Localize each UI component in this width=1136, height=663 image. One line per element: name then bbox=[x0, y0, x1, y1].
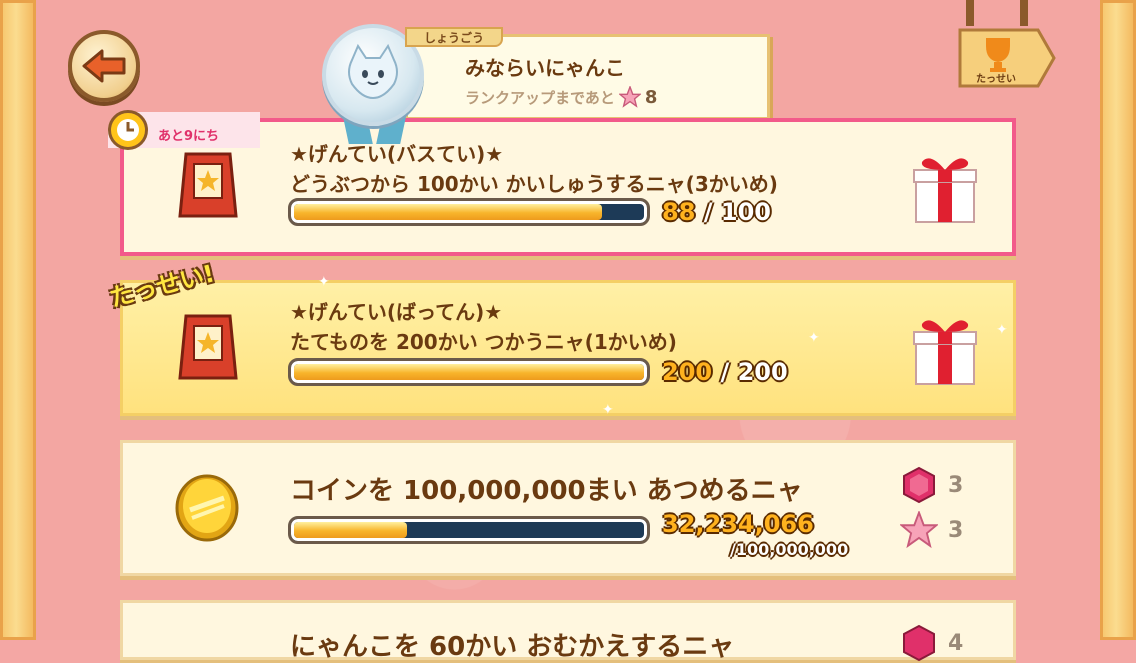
progress-current: 88 bbox=[662, 198, 696, 226]
title-name: みならいにゃんこ bbox=[465, 56, 625, 80]
sparkle-icon: ✦ bbox=[318, 274, 330, 290]
sparkle-icon: ✦ bbox=[602, 402, 614, 418]
progress-current: 200 bbox=[662, 358, 713, 386]
rankup-info: ランクアップまであと 8 bbox=[465, 86, 657, 108]
gift-icon[interactable] bbox=[910, 310, 980, 388]
reward-gem: 4 bbox=[900, 624, 963, 662]
gift-icon[interactable] bbox=[910, 148, 980, 226]
gem-icon bbox=[903, 466, 935, 504]
mission-title-line2: たてものを 200かい つかうニャ(1かいめ) bbox=[290, 330, 677, 354]
mission-title-line1: ★げんてい(ばってん)★ bbox=[290, 300, 503, 324]
achievement-label: たっせい bbox=[976, 74, 1016, 85]
coin-icon bbox=[172, 472, 242, 546]
sign-post-right bbox=[1020, 0, 1028, 26]
back-button[interactable] bbox=[68, 30, 140, 102]
progress-total: 200 bbox=[737, 358, 788, 386]
reward-gem: 3 bbox=[900, 466, 963, 504]
gem-icon bbox=[903, 624, 935, 662]
progress-fill bbox=[294, 204, 602, 220]
mission-title-line1: にゃんこを 60かい おむかえするニャ bbox=[290, 632, 735, 662]
progress-bar bbox=[288, 358, 650, 386]
reward-count: 3 bbox=[948, 517, 964, 543]
progress-current: 32,234,066 bbox=[662, 510, 814, 538]
mission-card[interactable] bbox=[120, 440, 1016, 576]
star-icon bbox=[618, 86, 641, 108]
frame-right bbox=[1100, 0, 1136, 640]
progress-separator: / bbox=[720, 358, 730, 386]
star-icon bbox=[900, 511, 938, 549]
progress-fill bbox=[294, 364, 644, 380]
signboard-icon bbox=[176, 150, 240, 224]
sparkle-icon: ✦ bbox=[996, 322, 1008, 338]
rankup-remaining: 8 bbox=[644, 86, 658, 108]
rankup-text: ランクアップまであと bbox=[465, 88, 615, 107]
reward-count: 4 bbox=[948, 630, 964, 656]
sparkle-icon: ✦ bbox=[808, 330, 820, 346]
clock-icon bbox=[108, 110, 148, 150]
progress-bar bbox=[288, 516, 650, 544]
progress-separator: / bbox=[703, 198, 713, 226]
progress-count: 200 / 200 bbox=[662, 358, 788, 386]
title-tag: しょうごう bbox=[405, 27, 503, 47]
progress-total: /100,000,000 bbox=[730, 540, 849, 559]
timer-label: あと9にち bbox=[158, 129, 220, 144]
progress-total: 100 bbox=[720, 198, 771, 226]
progress-count: 88 / 100 bbox=[662, 198, 771, 226]
arrow-left-icon bbox=[82, 49, 126, 83]
progress-bar bbox=[288, 198, 650, 226]
sign-post-left bbox=[966, 0, 974, 26]
progress-fill bbox=[294, 522, 407, 538]
frame-left bbox=[0, 0, 36, 640]
signboard-icon bbox=[176, 312, 240, 386]
reward-count: 3 bbox=[948, 472, 964, 498]
mission-title-line2: どうぶつから 100かい かいしゅうするニャ(3かいめ) bbox=[290, 172, 778, 196]
reward-star: 3 bbox=[900, 511, 963, 549]
mission-title-line1: コインを 100,000,000まい あつめるニャ bbox=[290, 476, 803, 506]
